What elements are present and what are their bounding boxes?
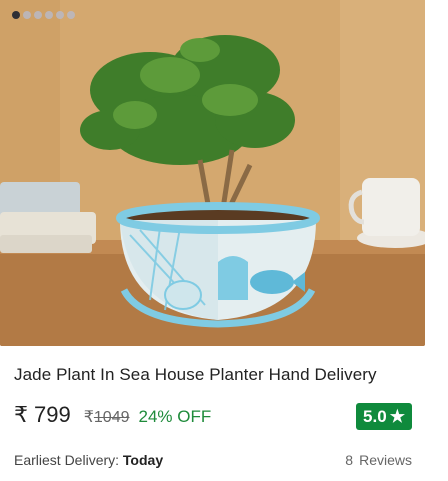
price-row: ₹799 ₹1049 24% OFF xyxy=(14,402,211,428)
review-count: 8 xyxy=(345,452,354,468)
carousel-dot[interactable] xyxy=(12,11,20,19)
carousel-dot[interactable] xyxy=(23,11,31,19)
product-card[interactable]: Jade Plant In Sea House Planter Hand Del… xyxy=(0,0,432,481)
carousel-dots[interactable] xyxy=(12,11,75,19)
carousel-dot[interactable] xyxy=(56,11,64,19)
discount-label: 24% OFF xyxy=(138,407,212,426)
product-title[interactable]: Jade Plant In Sea House Planter Hand Del… xyxy=(14,365,377,385)
reviews-link[interactable]: 8 Reviews xyxy=(345,452,412,468)
star-icon: ★ xyxy=(389,407,405,426)
selling-price: ₹799 xyxy=(14,402,71,427)
reviews-label: Reviews xyxy=(359,452,412,468)
rating-value: 5.0 xyxy=(363,406,387,426)
carousel-dot[interactable] xyxy=(34,11,42,19)
rating-badge: 5.0 ★ xyxy=(356,403,412,430)
carousel-dot[interactable] xyxy=(67,11,75,19)
carousel-dot[interactable] xyxy=(45,11,53,19)
product-photo-illustration xyxy=(0,0,425,346)
original-price: ₹1049 xyxy=(83,409,130,426)
product-image[interactable] xyxy=(0,0,425,346)
delivery-value: Today xyxy=(122,452,164,468)
delivery-label: Earliest Delivery: xyxy=(14,452,120,468)
delivery-info: Earliest Delivery: Today xyxy=(14,452,163,468)
